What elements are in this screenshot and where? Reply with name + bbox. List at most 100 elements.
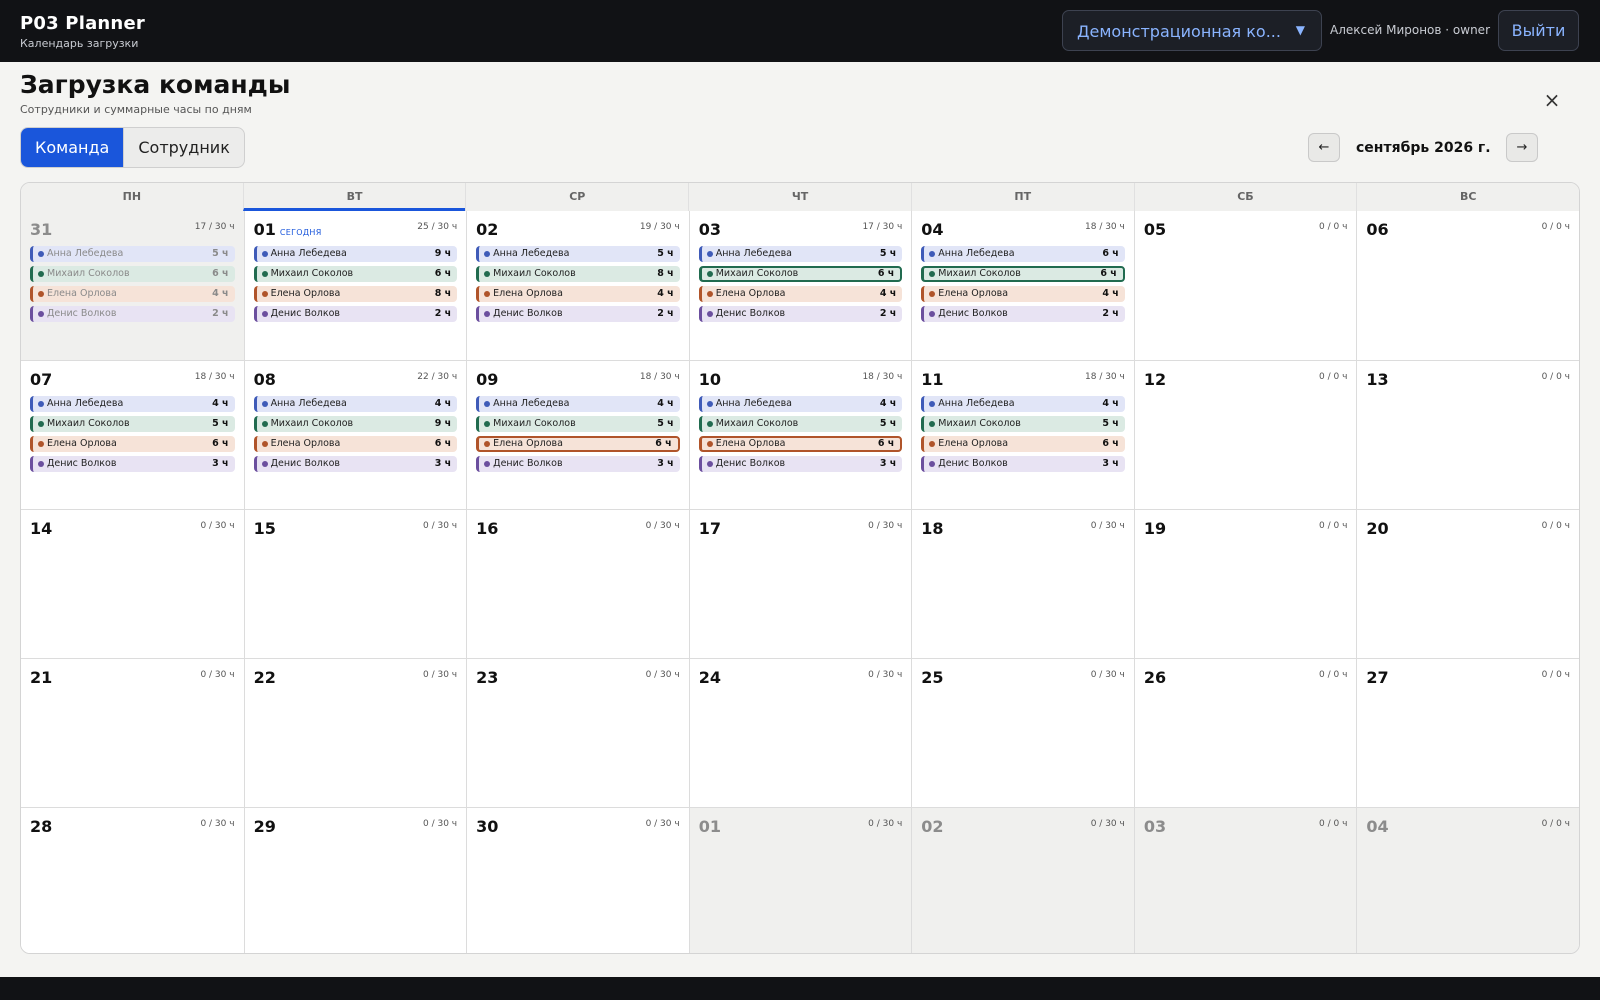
assignment-chip[interactable]: Анна Лебедева 4 ч [253,396,458,412]
assignment-chip[interactable]: Анна Лебедева 4 ч [30,396,235,412]
assignment-chip[interactable]: Михаил Соколов 6 ч [921,266,1125,282]
day-cell[interactable]: 09 18 / 30 ч Анна Лебедева 4 ч Михаил Соколо… [466,360,689,509]
day-number: 11 [921,370,944,389]
person-dot-icon [929,441,936,447]
day-hours: 0 / 30 ч [645,670,680,680]
day-cell[interactable]: 27 0 / 0 ч [1356,658,1579,807]
assignment-hours: 6 ч [212,438,229,449]
assignment-chip[interactable]: Денис Волков 3 ч [476,456,680,472]
assignment-chip[interactable]: Михаил Соколов 5 ч [476,416,680,432]
day-cell[interactable]: 04 18 / 30 ч Анна Лебедева 6 ч Михаил Соколо… [911,211,1134,360]
assignment-chip[interactable]: Михаил Соколов 8 ч [476,266,680,282]
day-cell[interactable]: 21 0 / 30 ч [21,658,244,807]
assignment-chip[interactable]: Денис Волков 2 ч [476,306,680,322]
day-cell[interactable]: 16 0 / 30 ч [466,509,689,658]
assignment-chip[interactable]: Михаил Соколов 6 ч [698,266,903,282]
day-cell[interactable]: 03 17 / 30 ч Анна Лебедева 5 ч Михаил Соколо… [688,211,912,360]
day-cell[interactable]: 26 0 / 0 ч [1133,658,1357,807]
assignment-chip[interactable]: Анна Лебедева 5 ч [698,246,903,262]
day-cell[interactable]: 24 0 / 30 ч [688,658,912,807]
assignment-chip[interactable]: Денис Волков 2 ч [698,306,903,322]
day-number: 30 [476,817,499,836]
assignment-hours: 4 ч [434,398,452,409]
day-cell[interactable]: 01 СЕГОДНЯ 25 / 30 ч Анна Лебедева 9 ч Михаил… [243,211,467,360]
day-cell[interactable]: 04 0 / 0 ч [1356,807,1579,953]
assignment-hours: 6 ч [434,268,452,279]
assignment-chip[interactable]: Анна Лебедева 9 ч [253,246,458,262]
close-icon[interactable]: × [1540,88,1564,112]
assignment-chip[interactable]: Михаил Соколов 5 ч [698,416,903,432]
assignment-chip[interactable]: Денис Волков 3 ч [921,456,1125,472]
assignment-chip[interactable]: Анна Лебедева 5 ч [476,246,680,262]
day-cell[interactable]: 06 0 / 0 ч [1356,211,1579,360]
day-cell[interactable]: 22 0 / 30 ч [243,658,467,807]
assignment-chip[interactable]: Анна Лебедева 4 ч [476,396,680,412]
assignment-chip[interactable]: Елена Орлова 8 ч [253,286,458,302]
day-cell[interactable]: 02 0 / 30 ч [911,807,1134,953]
assignment-chip[interactable]: Анна Лебедева 6 ч [921,246,1125,262]
logout-button[interactable]: Выйти [1498,10,1579,51]
assignment-chip[interactable]: Денис Волков 3 ч [698,456,903,472]
assignment-chip[interactable]: Денис Волков 2 ч [253,306,458,322]
day-cell[interactable]: 05 0 / 0 ч [1133,211,1357,360]
prev-month-button[interactable]: ← [1308,133,1340,162]
assignment-hours: 5 ч [212,418,229,429]
assignment-chip[interactable]: Денис Волков 2 ч [30,306,235,322]
day-cell[interactable]: 11 18 / 30 ч Анна Лебедева 4 ч Михаил Соколо… [911,360,1134,509]
assignment-chip[interactable]: Анна Лебедева 4 ч [698,396,903,412]
next-month-button[interactable]: → [1506,133,1538,162]
assignment-chip[interactable]: Михаил Соколов 6 ч [30,266,235,282]
day-cell[interactable]: 02 19 / 30 ч Анна Лебедева 5 ч Михаил Соколо… [466,211,689,360]
weekday-tue: ВТ [242,183,466,211]
assignment-chip[interactable]: Елена Орлова 6 ч [476,436,680,452]
day-cell[interactable]: 15 0 / 30 ч [243,509,467,658]
assignment-chip[interactable]: Елена Орлова 4 ч [698,286,903,302]
person-dot-icon [484,271,491,277]
assignment-chip[interactable]: Елена Орлова 6 ч [698,436,903,452]
tab-team[interactable]: Команда [21,128,124,167]
day-cell[interactable]: 10 18 / 30 ч Анна Лебедева 4 ч Михаил Соколо… [688,360,912,509]
assignment-chip[interactable]: Елена Орлова 6 ч [253,436,458,452]
assignment-chip[interactable]: Денис Волков 3 ч [30,456,235,472]
day-cell[interactable]: 19 0 / 0 ч [1133,509,1357,658]
day-cell[interactable]: 30 0 / 30 ч [466,807,689,953]
team-select[interactable]: Демонстрационная ко... ▼ [1062,10,1322,51]
day-cell[interactable]: 25 0 / 30 ч [911,658,1134,807]
assignment-chip[interactable]: Анна Лебедева 5 ч [30,246,235,262]
day-cell[interactable]: 01 0 / 30 ч [688,807,912,953]
day-cell[interactable]: 17 0 / 30 ч [688,509,912,658]
day-cell[interactable]: 13 0 / 0 ч [1356,360,1579,509]
day-cell[interactable]: 14 0 / 30 ч [21,509,244,658]
assignment-chip[interactable]: Денис Волков 3 ч [253,456,458,472]
assignment-chip[interactable]: Елена Орлова 6 ч [30,436,235,452]
day-cell[interactable]: 28 0 / 30 ч [21,807,244,953]
day-cell[interactable]: 20 0 / 0 ч [1356,509,1579,658]
day-cell[interactable]: 29 0 / 30 ч [243,807,467,953]
assignment-chip[interactable]: Елена Орлова 6 ч [921,436,1125,452]
assignment-person: Анна Лебедева [270,398,347,409]
assignment-chip[interactable]: Анна Лебедева 4 ч [921,396,1125,412]
assignment-hours: 4 ч [212,398,229,409]
assignment-chip[interactable]: Денис Волков 2 ч [921,306,1125,322]
person-dot-icon [484,441,491,447]
assignment-chip[interactable]: Елена Орлова 4 ч [476,286,680,302]
assignment-chip[interactable]: Елена Орлова 4 ч [30,286,235,302]
assignment-hours: 6 ч [877,438,895,449]
assignment-chip[interactable]: Михаил Соколов 6 ч [253,266,458,282]
assignment-chip[interactable]: Михаил Соколов 5 ч [30,416,235,432]
assignment-chip[interactable]: Елена Орлова 4 ч [921,286,1125,302]
day-cell[interactable]: 31 17 / 30 ч Анна Лебедева 5 ч Михаил Соколо… [21,211,244,360]
assignment-list: Анна Лебедева 4 ч Михаил Соколов 5 ч Елена О… [30,396,235,472]
day-cell[interactable]: 12 0 / 0 ч [1133,360,1357,509]
person-dot-icon [261,421,268,427]
day-cell[interactable]: 03 0 / 0 ч [1133,807,1357,953]
day-cell[interactable]: 08 22 / 30 ч Анна Лебедева 4 ч Михаил Соколо… [243,360,467,509]
day-cell[interactable]: 18 0 / 30 ч [911,509,1134,658]
assignment-chip[interactable]: Михаил Соколов 5 ч [921,416,1125,432]
day-cell[interactable]: 07 18 / 30 ч Анна Лебедева 4 ч Михаил Соколо… [21,360,244,509]
day-cell[interactable]: 23 0 / 30 ч [466,658,689,807]
day-number: 03 [698,220,721,239]
tab-employee[interactable]: Сотрудник [123,128,244,167]
assignment-hours: 4 ч [1102,288,1119,299]
assignment-chip[interactable]: Михаил Соколов 9 ч [253,416,458,432]
